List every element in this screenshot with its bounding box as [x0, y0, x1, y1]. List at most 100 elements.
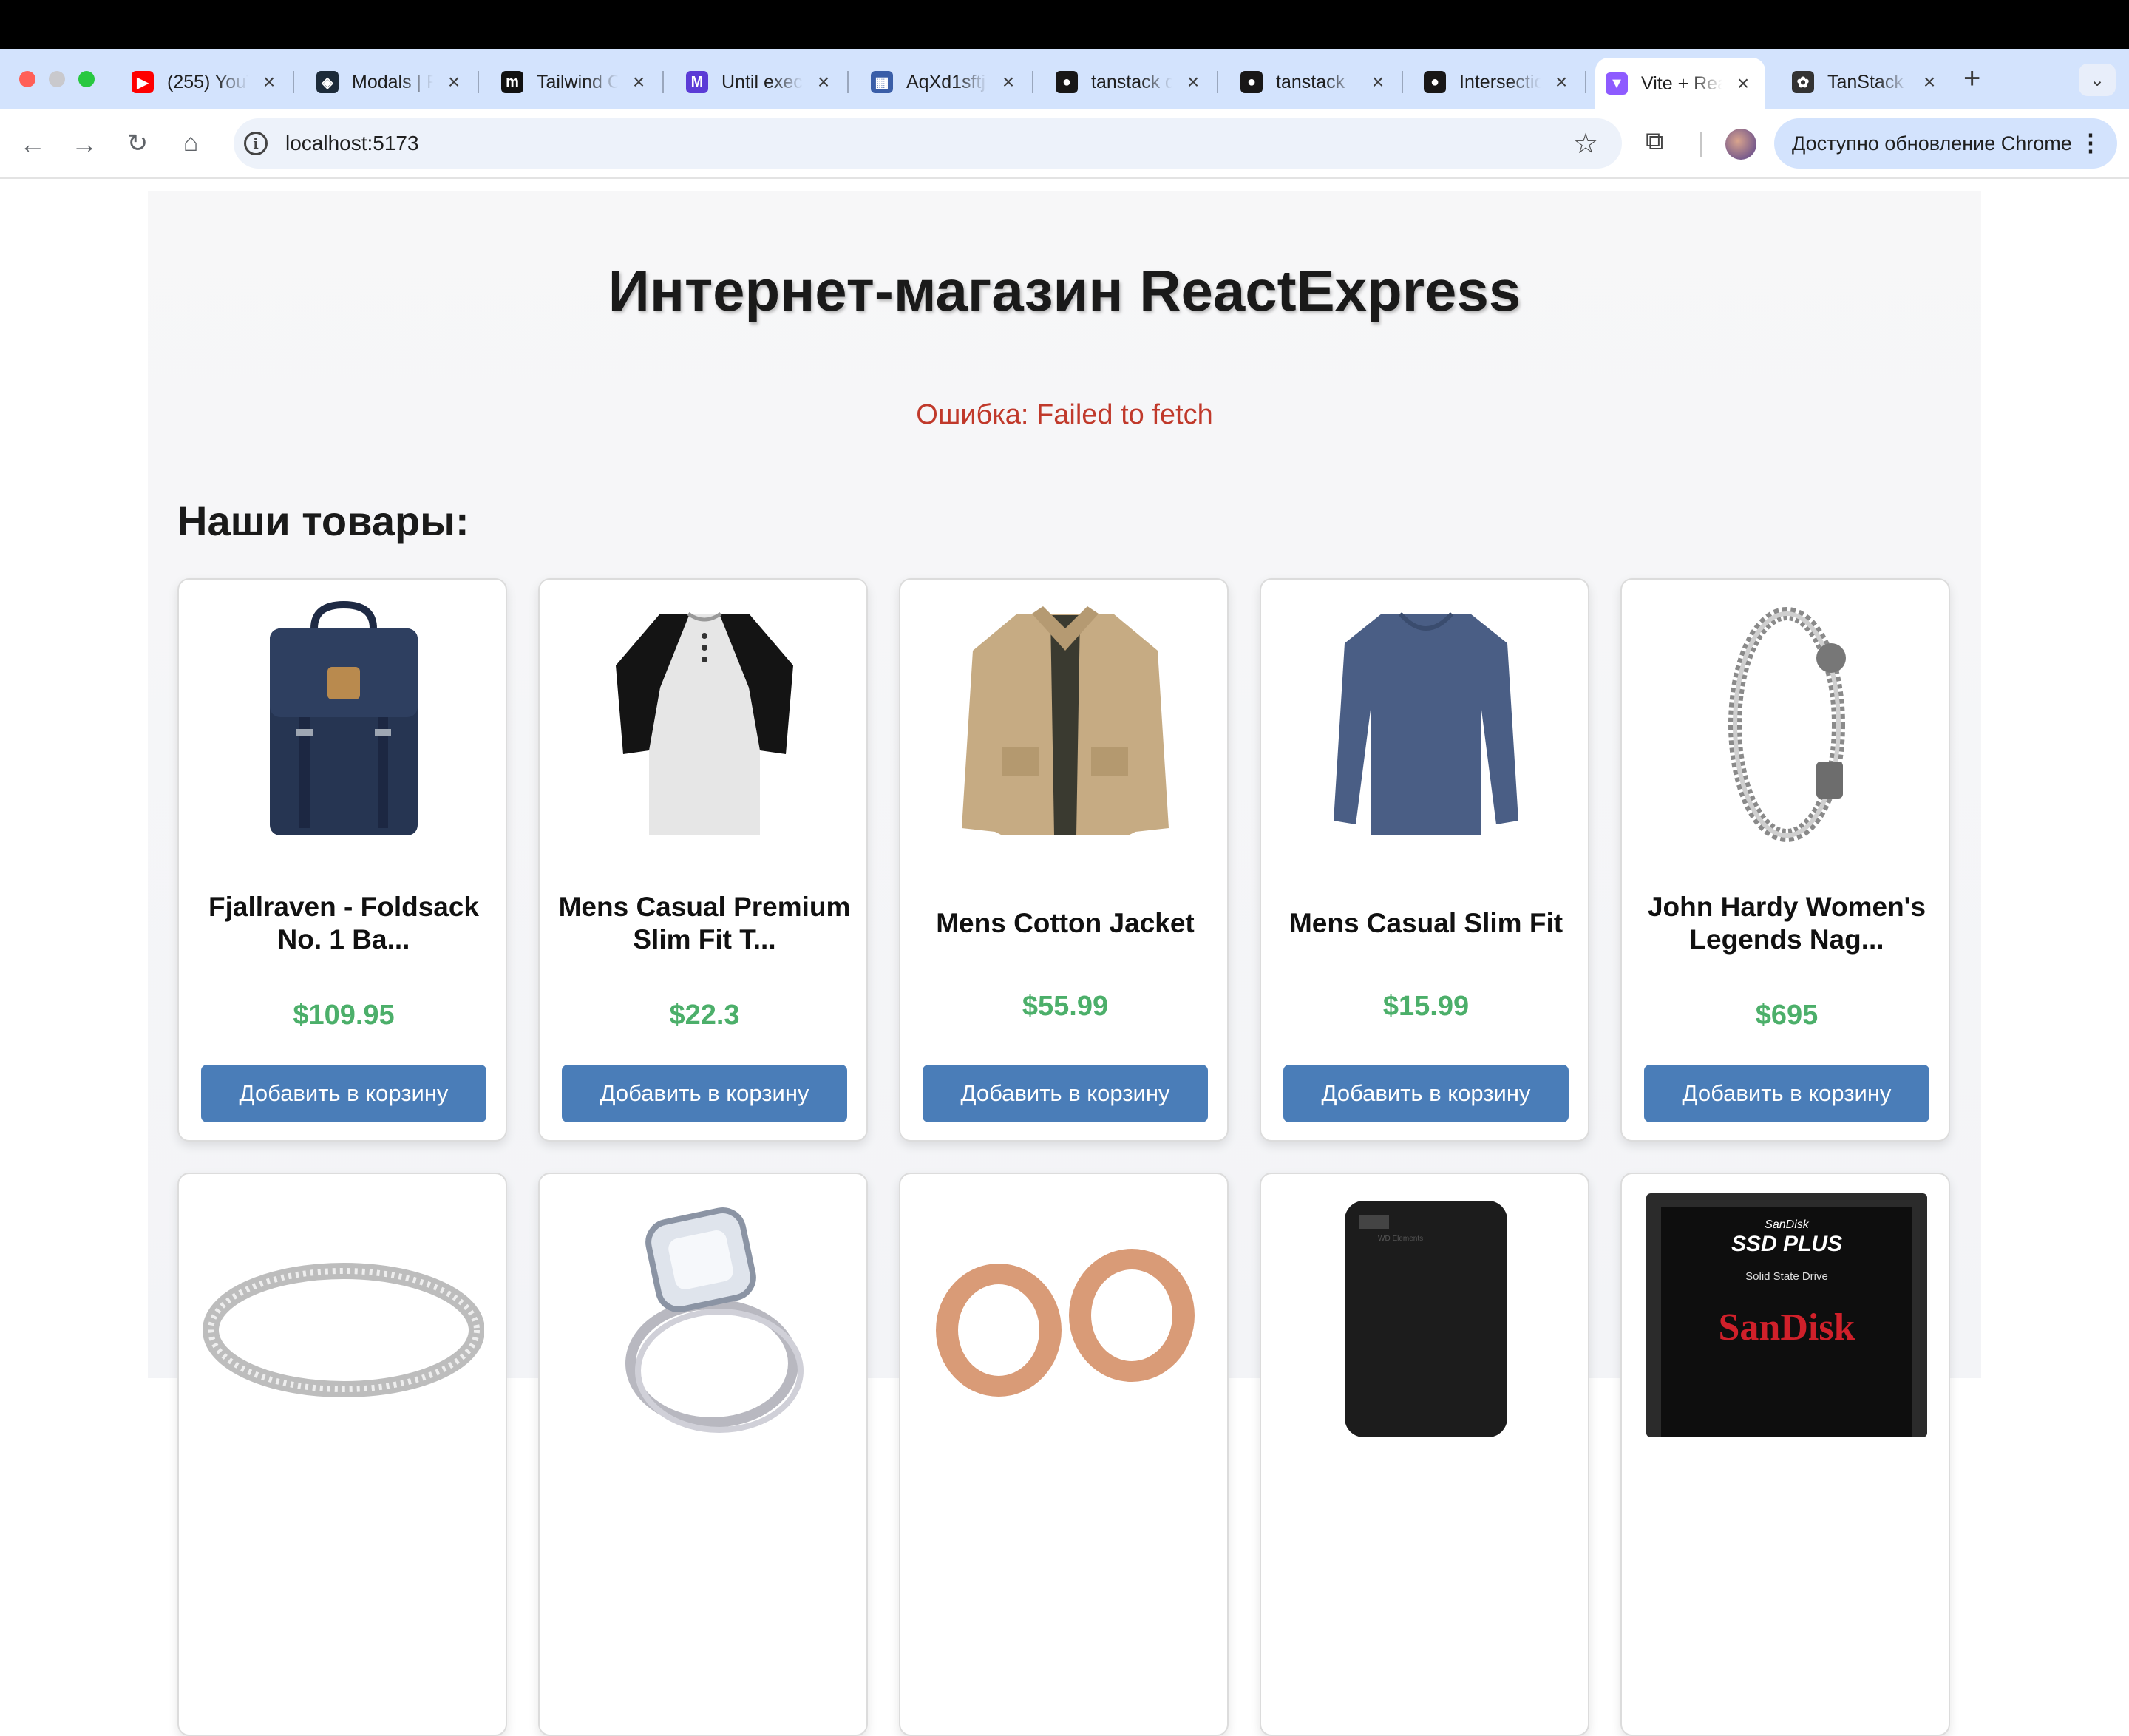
chrome-update-button[interactable]: Доступно обновление Chrome ⋮	[1774, 118, 2117, 169]
product-card[interactable]: Mens Casual Slim Fit $15.99 Добавить в кор…	[1260, 578, 1589, 1142]
tab-title: Modals | Flowbite	[352, 71, 433, 92]
extensions-icon[interactable]: ⧉	[1646, 127, 1663, 156]
site-info-icon[interactable]: i	[244, 132, 268, 155]
m-logo-icon: m	[501, 71, 523, 93]
add-to-cart-button[interactable]: Добавить в корзину	[923, 1065, 1208, 1122]
product-card[interactable]: WD Elements	[1260, 1173, 1589, 1736]
hdd-label-text: WD Elements	[1378, 1235, 1424, 1243]
tab-separator	[847, 71, 849, 93]
tab-search-button[interactable]: ⌄	[2079, 64, 2116, 96]
product-card[interactable]: John Hardy Women's Legends Nag... $695 Доб…	[1620, 578, 1950, 1142]
product-price: $55.99	[1022, 991, 1109, 1022]
close-tab-icon[interactable]: ×	[998, 70, 1019, 94]
menu-dots-icon[interactable]: ⋮	[2079, 129, 2102, 157]
close-tab-icon[interactable]: ×	[1551, 70, 1572, 94]
ssd-logo-text: SanDisk	[1718, 1306, 1855, 1349]
grid-icon: ◈	[316, 71, 339, 93]
tab-title: TanStack	[1827, 71, 1904, 92]
product-card[interactable]	[538, 1173, 868, 1736]
url-text[interactable]: localhost:5173	[285, 132, 419, 155]
page-title: Интернет-магазин ReactExpress	[608, 258, 1521, 323]
close-tab-icon[interactable]: ×	[1368, 70, 1388, 94]
browser-tab[interactable]: M Until executed ×	[676, 59, 849, 105]
tab-title: Tailwind CSS	[537, 71, 618, 92]
vite-icon: ▼	[1606, 72, 1628, 95]
product-image-bracelet	[1644, 599, 1929, 843]
browser-tab[interactable]: ▶ (255) YouTube ×	[121, 59, 294, 105]
browser-tab[interactable]: ● tanstack ×	[1230, 59, 1403, 105]
add-to-cart-button[interactable]: Добавить в корзину	[1644, 1065, 1929, 1122]
browser-tab[interactable]: ● Intersection ×	[1413, 59, 1586, 105]
product-image-jacket	[923, 599, 1208, 843]
product-card[interactable]: Fjallraven - Foldsack No. 1 Ba... $109.95…	[177, 578, 507, 1142]
add-to-cart-button[interactable]: Добавить в корзину	[201, 1065, 486, 1122]
close-tab-icon[interactable]: ×	[444, 70, 464, 94]
ssd-brand-text: SanDisk	[1765, 1218, 1809, 1231]
chart-icon: ▦	[871, 71, 893, 93]
browser-tab[interactable]: ▦ AqXd1sftj ×	[860, 59, 1033, 105]
youtube-icon: ▶	[132, 71, 154, 93]
tab-title: AqXd1sftj	[906, 71, 986, 92]
tab-separator	[293, 71, 294, 93]
tab-separator	[478, 71, 479, 93]
github-icon: ●	[1056, 71, 1078, 93]
close-tab-icon[interactable]: ×	[813, 70, 834, 94]
tab-title: Until executed	[721, 71, 803, 92]
tab-title: tanstack	[1276, 71, 1345, 92]
product-card[interactable]: Mens Cotton Jacket $55.99 Добавить в корзи…	[899, 578, 1229, 1142]
close-tab-icon[interactable]: ×	[1733, 72, 1753, 95]
product-name: Fjallraven - Foldsack No. 1 Ba...	[208, 892, 480, 955]
close-tab-icon[interactable]: ×	[1919, 70, 1940, 94]
minimize-window-button[interactable]	[49, 71, 65, 87]
openai-icon: ✿	[1792, 71, 1814, 93]
product-name: John Hardy Women's Legends Nag...	[1647, 892, 1926, 955]
section-title: Наши товары:	[177, 498, 469, 544]
add-to-cart-button[interactable]: Добавить в корзину	[1283, 1065, 1569, 1122]
toolbar-separator	[1700, 132, 1702, 157]
browser-tab[interactable]: m Tailwind CSS ×	[491, 59, 664, 105]
product-image-longsleeve	[1283, 599, 1569, 843]
product-image-diamond-ring	[562, 1193, 847, 1437]
tab-title: Vite + React	[1641, 72, 1722, 94]
product-name: Mens Casual Slim Fit	[1288, 908, 1563, 938]
browser-tab[interactable]: ✿ TanStack ×	[1782, 59, 1952, 105]
add-to-cart-button[interactable]: Добавить в корзину	[562, 1065, 847, 1122]
new-tab-button[interactable]: +	[1963, 62, 1980, 95]
product-card[interactable]: Mens Casual Premium Slim Fit T... $22.3 До…	[538, 578, 868, 1142]
tab-separator	[1585, 71, 1586, 93]
product-image-raglan-shirt	[562, 599, 847, 843]
product-image-ring-band	[201, 1193, 486, 1437]
back-icon[interactable]: ←	[16, 129, 49, 160]
product-image-backpack	[201, 599, 486, 843]
close-window-button[interactable]	[19, 71, 35, 87]
product-price: $15.99	[1382, 991, 1470, 1022]
profile-avatar[interactable]	[1725, 129, 1756, 160]
product-image-hard-drive	[1283, 1193, 1569, 1437]
reload-icon[interactable]: ↻	[121, 129, 154, 158]
product-card[interactable]: SanDisk SSD PLUS Solid State Drive SanDisk	[1620, 1173, 1950, 1736]
tab-separator	[662, 71, 664, 93]
close-tab-icon[interactable]: ×	[1183, 70, 1203, 94]
browser-tab[interactable]: ▼ Vite + React ×	[1595, 58, 1765, 109]
close-tab-icon[interactable]: ×	[259, 70, 279, 94]
address-bar[interactable]	[234, 118, 1622, 169]
product-card[interactable]	[177, 1173, 507, 1736]
tab-title: (255) YouTube	[167, 71, 248, 92]
home-icon[interactable]: ⌂	[174, 129, 207, 157]
browser-tab[interactable]: ● tanstack query ×	[1045, 59, 1218, 105]
product-card[interactable]	[899, 1173, 1229, 1736]
tab-separator	[1217, 71, 1218, 93]
browser-tab[interactable]: ◈ Modals | Flowbite ×	[306, 59, 479, 105]
product-price: $22.3	[669, 1000, 740, 1031]
update-label: Доступно обновление Chrome	[1792, 132, 2072, 155]
tab-title: tanstack query	[1091, 71, 1172, 92]
bookmark-star-icon[interactable]: ☆	[1573, 127, 1598, 160]
maximize-window-button[interactable]	[78, 71, 95, 87]
product-price: $109.95	[293, 1000, 395, 1031]
close-tab-icon[interactable]: ×	[628, 70, 649, 94]
github-icon: ●	[1240, 71, 1263, 93]
forward-icon[interactable]: →	[68, 129, 101, 160]
m-purple-icon: M	[686, 71, 708, 93]
product-image-gauge-plugs	[923, 1193, 1208, 1437]
product-price: $695	[1755, 1000, 1819, 1031]
